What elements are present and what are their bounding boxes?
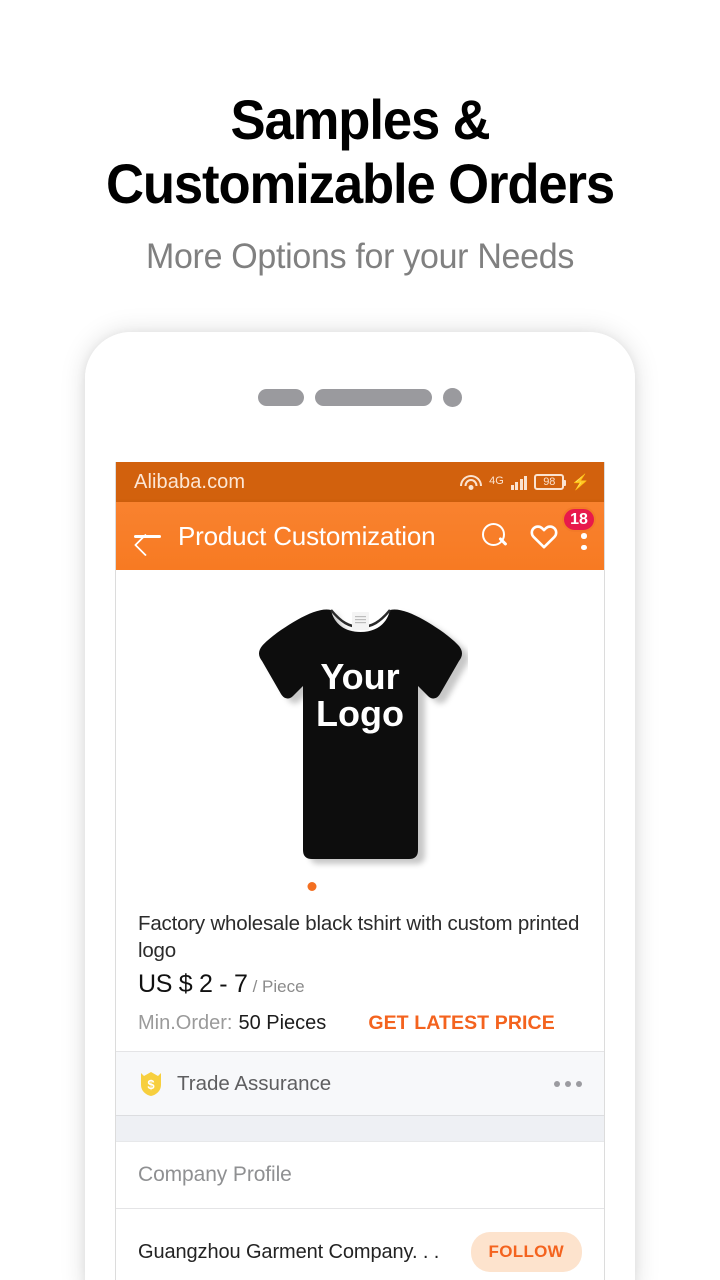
product-moq-row: Min.Order: 50 Pieces GET LATEST PRICE — [138, 1012, 582, 1035]
company-profile-header: Company Profile — [116, 1142, 604, 1208]
battery-percent-label: 98 — [543, 476, 556, 488]
wifi-icon — [460, 474, 483, 491]
moq-value: 50 Pieces — [238, 1012, 327, 1034]
carousel-dot[interactable] — [403, 882, 413, 891]
trade-assurance-label: Trade Assurance — [177, 1071, 332, 1095]
phone-mockup: Alibaba.com 4G 98 ⚡ Product Customizatio… — [85, 332, 635, 1280]
svg-text:$: $ — [147, 1077, 155, 1092]
status-bar: Alibaba.com 4G 98 ⚡ — [116, 462, 604, 502]
svg-text:Logo: Logo — [316, 693, 404, 734]
search-icon[interactable] — [482, 523, 508, 549]
more-vertical-icon[interactable]: 18 — [562, 507, 596, 550]
promo-headline-line2: Customizable Orders — [105, 152, 615, 215]
app-bar: Product Customization 18 — [116, 502, 604, 570]
status-bar-indicators: 4G 98 ⚡ — [460, 474, 590, 491]
carousel-dot[interactable] — [379, 882, 389, 891]
network-type-label: 4G — [489, 474, 504, 487]
phone-screen: Alibaba.com 4G 98 ⚡ Product Customizatio… — [115, 462, 605, 1280]
signal-bars-icon — [510, 474, 528, 490]
product-info: Factory wholesale black tshirt with cust… — [116, 900, 604, 1051]
notification-badge: 18 — [562, 507, 596, 532]
promo-headline-line1: Samples & — [230, 88, 490, 151]
app-bar-actions: 18 — [482, 507, 596, 550]
product-price-row: US $ 2 - 7 / Piece — [138, 970, 582, 999]
carousel-dot[interactable] — [355, 882, 365, 891]
product-price: US $ 2 - 7 — [138, 970, 248, 998]
moq-label: Min.Order: — [138, 1012, 233, 1034]
earpiece-speaker-icon — [315, 388, 432, 406]
product-image-carousel[interactable]: Your Logo — [116, 570, 604, 900]
promo-headline-block: Samples & Customizable Orders More Optio… — [0, 88, 720, 278]
follow-button[interactable]: FOLLOW — [470, 1232, 582, 1272]
phone-earpiece-area — [85, 332, 635, 462]
carousel-dot-active[interactable] — [307, 882, 317, 891]
get-latest-price-button[interactable]: GET LATEST PRICE — [368, 1012, 555, 1035]
shield-dollar-icon: $ — [138, 1070, 164, 1097]
back-arrow-icon[interactable] — [134, 524, 164, 548]
page-title: Product Customization — [178, 520, 436, 551]
front-camera-icon — [443, 387, 462, 407]
product-price-unit: / Piece — [252, 977, 305, 996]
carousel-dot[interactable] — [427, 882, 437, 891]
company-row[interactable]: Guangzhou Garment Company. . . FOLLOW — [116, 1209, 604, 1280]
bolt-icon: ⚡ — [571, 473, 590, 491]
sensor-bar-icon — [258, 388, 304, 406]
company-profile-label: Company Profile — [138, 1163, 292, 1186]
battery-icon: 98 — [534, 474, 567, 490]
svg-text:Your: Your — [320, 656, 399, 697]
product-image-tshirt: Your Logo — [253, 602, 468, 898]
company-name: Guangzhou Garment Company. . . — [138, 1240, 440, 1263]
carousel-dots[interactable] — [283, 882, 437, 891]
product-title: Factory wholesale black tshirt with cust… — [138, 912, 580, 962]
more-horizontal-icon[interactable] — [554, 1080, 582, 1087]
status-bar-brand: Alibaba.com — [134, 470, 246, 493]
promo-subheadline: More Options for your Needs — [145, 237, 575, 276]
carousel-dot[interactable] — [331, 882, 341, 891]
carousel-dot[interactable] — [283, 882, 293, 891]
section-gap-band — [116, 1115, 604, 1142]
trade-assurance-row[interactable]: $ Trade Assurance — [116, 1052, 604, 1115]
heart-icon[interactable] — [530, 523, 558, 549]
promo-page: Samples & Customizable Orders More Optio… — [0, 0, 720, 1280]
